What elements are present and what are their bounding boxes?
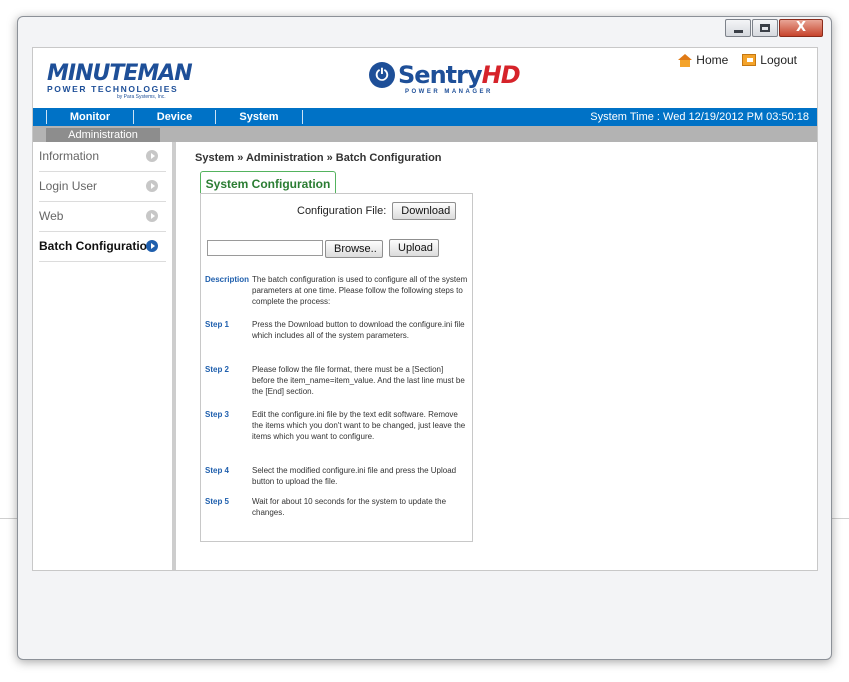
minimize-button[interactable] — [725, 19, 751, 37]
step-text: Edit the configure.ini file by the text … — [252, 410, 466, 441]
sidebar-item-login-user[interactable]: Login User — [39, 172, 166, 202]
logout-label: Logout — [760, 53, 797, 67]
top-links: Home Logout — [678, 53, 797, 67]
brand-subtitle: POWER TECHNOLOGIES — [47, 84, 179, 94]
description-label: Description — [205, 275, 250, 284]
product-subtitle: POWER MANAGER — [405, 89, 493, 95]
sidebar-item-web[interactable]: Web — [39, 202, 166, 232]
arrow-right-icon — [146, 210, 158, 222]
brand-name: MINUTEMAN — [47, 61, 193, 86]
browse-button[interactable]: Browse.. — [325, 240, 383, 258]
home-label: Home — [696, 53, 729, 67]
close-icon: X — [795, 20, 807, 35]
page-header: MINUTEMAN POWER TECHNOLOGIES by Para Sys… — [33, 48, 817, 108]
close-button[interactable]: X — [779, 19, 823, 37]
maximize-icon — [760, 24, 770, 32]
nav-separator — [302, 110, 303, 124]
config-file-label: Configuration File: — [297, 205, 387, 217]
step-label: Step 2 — [205, 365, 230, 374]
step-text: Select the modified configure.ini file a… — [252, 466, 457, 486]
product-name-main: Sentry — [398, 61, 483, 89]
sidebar-item-label: Information — [39, 149, 100, 163]
config-file-row: Configuration File: Download — [297, 202, 457, 220]
step-text: Please follow the file format, there mus… — [252, 365, 465, 396]
sidebar: Information Login User Web Batch Configu… — [33, 142, 176, 570]
logout-link[interactable]: Logout — [742, 53, 797, 67]
main-content: System » Administration » Batch Configur… — [195, 142, 795, 562]
home-link[interactable]: Home — [678, 53, 728, 67]
step-label: Step 1 — [205, 320, 230, 329]
sidebar-item-label: Login User — [39, 179, 98, 193]
download-button[interactable]: Download — [392, 202, 457, 220]
step-label: Step 3 — [205, 410, 230, 419]
sidebar-item-information[interactable]: Information — [39, 142, 166, 172]
sidebar-item-batch-configuration[interactable]: Batch Configuration — [39, 232, 166, 262]
sidebar-item-label: Batch Configuration — [39, 239, 155, 253]
upload-button[interactable]: Upload — [389, 239, 439, 257]
brand-tagline: by Para Systems, Inc. — [117, 94, 166, 100]
main-nav: Monitor Device System System Time : Wed … — [33, 108, 817, 126]
sub-nav: Administration — [33, 126, 817, 142]
logout-icon — [742, 54, 757, 66]
sentryhd-logo: ⏻ SentryHD POWER MANAGER — [369, 60, 521, 96]
step-label: Step 4 — [205, 466, 230, 475]
plug-icon: ⏻ — [369, 62, 395, 88]
home-icon — [678, 53, 693, 67]
file-path-input[interactable] — [207, 240, 323, 256]
browser-window: X MINUTEMAN POWER TECHNOLOGIES by Para S… — [17, 16, 832, 660]
sidebar-item-label: Web — [39, 209, 64, 223]
arrow-right-icon — [146, 240, 158, 252]
nav-monitor[interactable]: Monitor — [47, 108, 133, 126]
step-label: Step 5 — [205, 497, 230, 506]
breadcrumb: System » Administration » Batch Configur… — [195, 152, 442, 164]
arrow-right-icon — [146, 180, 158, 192]
tab-administration[interactable]: Administration — [46, 128, 160, 142]
window-controls: X — [724, 19, 823, 37]
product-name-accent: HD — [481, 61, 521, 89]
minuteman-logo: MINUTEMAN POWER TECHNOLOGIES by Para Sys… — [47, 61, 207, 101]
product-name: SentryHD — [398, 60, 521, 90]
nav-system[interactable]: System — [216, 108, 302, 126]
maximize-button[interactable] — [752, 19, 778, 37]
description-text: The batch configuration is used to confi… — [252, 275, 468, 306]
config-panel: Configuration File: Download Browse.. Up… — [200, 193, 473, 542]
tab-system-configuration[interactable]: System Configuration — [200, 171, 336, 193]
minimize-icon — [734, 30, 743, 33]
arrow-right-icon — [146, 150, 158, 162]
system-time: System Time : Wed 12/19/2012 PM 03:50:18 — [590, 111, 809, 123]
step-text: Wait for about 10 seconds for the system… — [252, 497, 447, 517]
step-text: Press the Download button to download th… — [252, 320, 465, 340]
nav-device[interactable]: Device — [134, 108, 215, 126]
web-page: MINUTEMAN POWER TECHNOLOGIES by Para Sys… — [32, 47, 818, 571]
